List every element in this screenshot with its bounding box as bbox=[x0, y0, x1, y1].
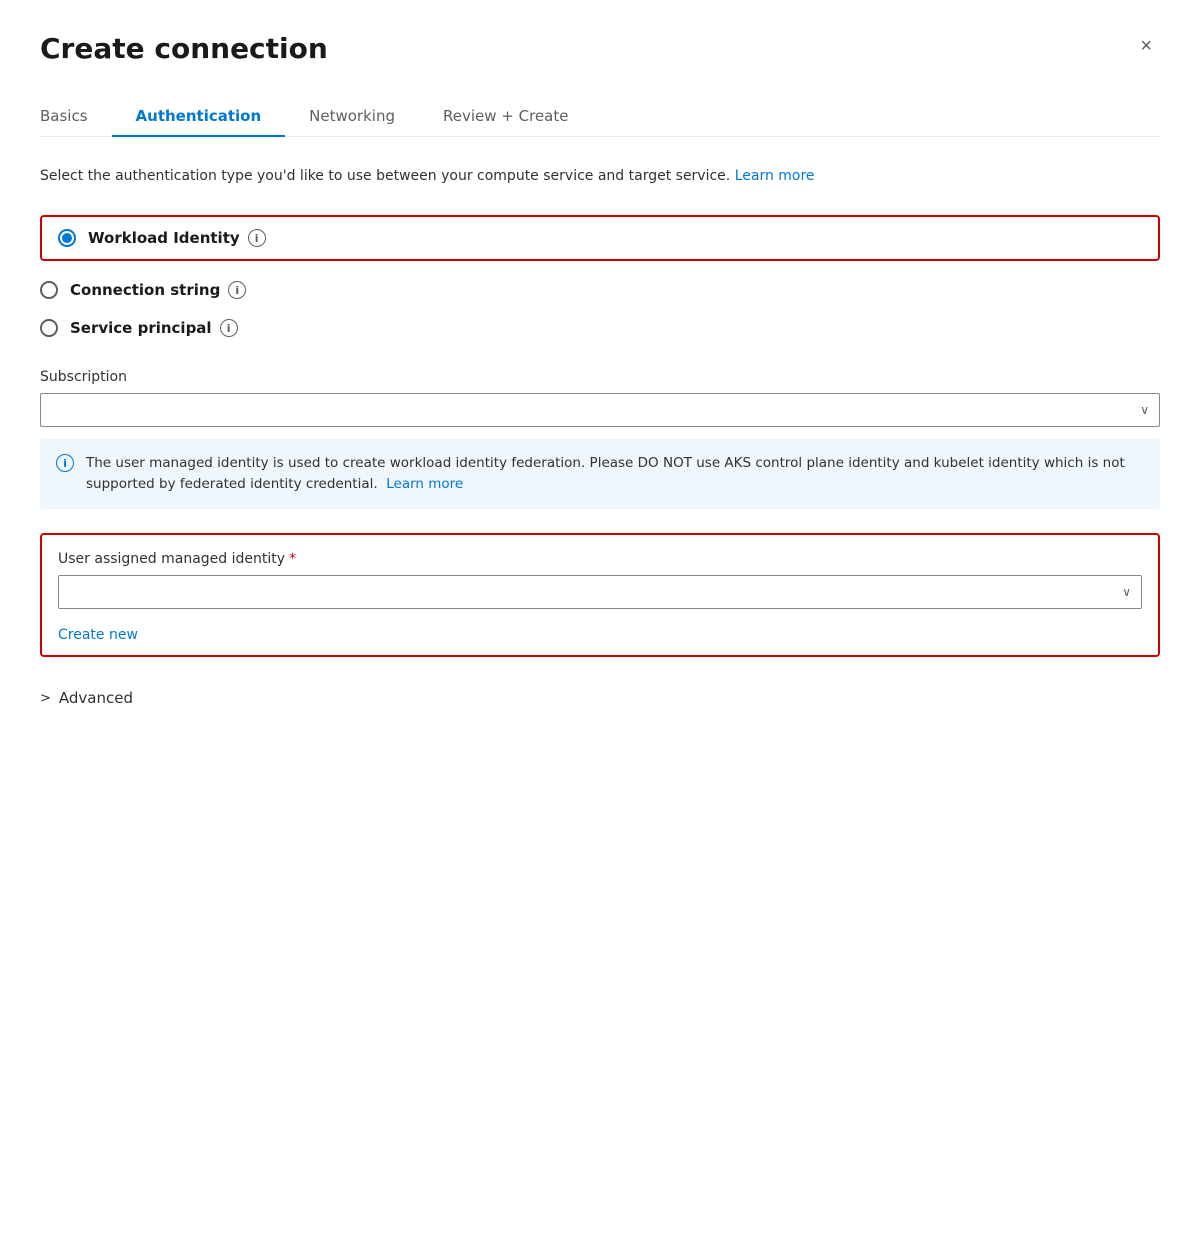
close-button[interactable]: × bbox=[1132, 32, 1160, 60]
create-new-link[interactable]: Create new bbox=[58, 627, 138, 643]
description-text: Select the authentication type you'd lik… bbox=[40, 165, 1160, 187]
service-principal-info-icon[interactable]: i bbox=[220, 319, 238, 337]
advanced-label: Advanced bbox=[59, 689, 133, 707]
radio-service-principal-input[interactable] bbox=[40, 319, 58, 337]
radio-workload-identity-label: Workload Identity i bbox=[88, 229, 266, 247]
tab-review-create[interactable]: Review + Create bbox=[419, 97, 592, 137]
connection-string-info-icon[interactable]: i bbox=[228, 281, 246, 299]
advanced-chevron-icon: > bbox=[40, 691, 51, 706]
page-title: Create connection bbox=[40, 32, 328, 65]
radio-service-principal-label: Service principal i bbox=[70, 319, 238, 337]
tab-basics[interactable]: Basics bbox=[40, 97, 112, 137]
radio-option-connection-string[interactable]: Connection string i bbox=[40, 281, 1160, 299]
subscription-dropdown-arrow: ∨ bbox=[1140, 403, 1149, 417]
radio-connection-string-input[interactable] bbox=[40, 281, 58, 299]
user-identity-dropdown-arrow: ∨ bbox=[1122, 585, 1131, 599]
info-banner: i The user managed identity is used to c… bbox=[40, 439, 1160, 509]
radio-option-workload-identity[interactable]: Workload Identity i bbox=[40, 215, 1160, 261]
info-banner-learn-more-link[interactable]: Learn more bbox=[386, 476, 463, 492]
radio-workload-identity-input[interactable] bbox=[58, 229, 76, 247]
tab-authentication[interactable]: Authentication bbox=[112, 97, 286, 137]
advanced-section[interactable]: > Advanced bbox=[40, 685, 1160, 711]
radio-connection-string-label: Connection string i bbox=[70, 281, 246, 299]
subscription-dropdown[interactable]: ∨ bbox=[40, 393, 1160, 427]
user-identity-label: User assigned managed identity* bbox=[58, 551, 1142, 567]
tab-networking[interactable]: Networking bbox=[285, 97, 419, 137]
workload-identity-info-icon[interactable]: i bbox=[248, 229, 266, 247]
user-identity-section: User assigned managed identity* ∨ Create… bbox=[40, 533, 1160, 657]
info-banner-text: The user managed identity is used to cre… bbox=[86, 453, 1144, 495]
auth-type-radio-group: Workload Identity i Connection string i … bbox=[40, 215, 1160, 337]
info-banner-icon: i bbox=[56, 454, 74, 472]
user-identity-dropdown[interactable]: ∨ bbox=[58, 575, 1142, 609]
tab-bar: Basics Authentication Networking Review … bbox=[40, 97, 1160, 137]
radio-option-service-principal[interactable]: Service principal i bbox=[40, 319, 1160, 337]
description-learn-more-link[interactable]: Learn more bbox=[735, 168, 815, 184]
subscription-section: Subscription ∨ bbox=[40, 369, 1160, 427]
subscription-label: Subscription bbox=[40, 369, 1160, 385]
dialog-header: Create connection × bbox=[40, 32, 1160, 65]
required-star: * bbox=[289, 551, 296, 567]
